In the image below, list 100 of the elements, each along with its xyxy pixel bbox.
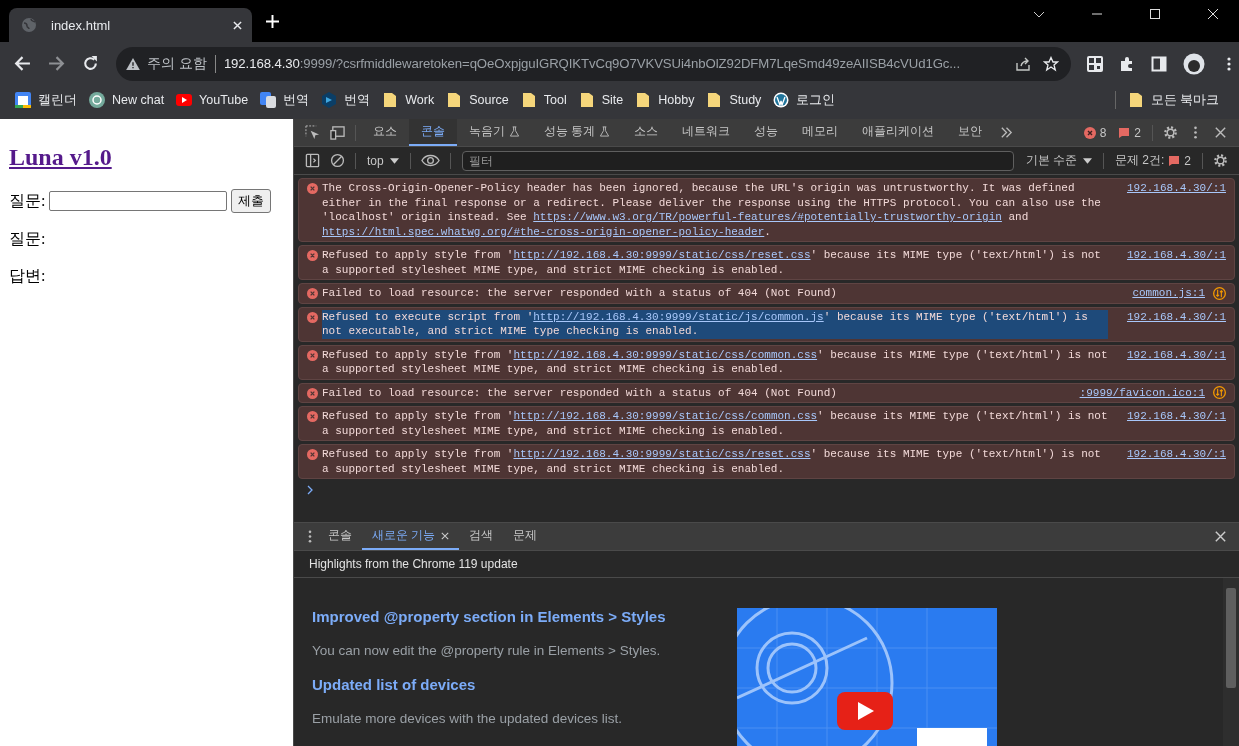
- clear-console-icon[interactable]: [330, 153, 345, 168]
- source-link[interactable]: common.js:1: [1132, 286, 1205, 301]
- scrollbar[interactable]: [1223, 578, 1239, 746]
- bookmark[interactable]: YouTube: [170, 87, 255, 113]
- bookmark[interactable]: Hobby: [629, 87, 701, 113]
- network-icon[interactable]: [1213, 386, 1226, 400]
- bookmark[interactable]: 모든 북마크: [1121, 87, 1225, 113]
- browser-tab[interactable]: index.html: [9, 8, 252, 42]
- issue-flag-icon: [1168, 154, 1181, 167]
- calendar-icon: [15, 92, 31, 108]
- bookmark[interactable]: 캘린더: [9, 87, 83, 113]
- message-text: Refused to apply style from 'http://192.168.4.30:9999/static/css/common.css' because its MIME type ('text/html') is not a supported stylesheet MIME type, and strict MIME checking is enabled.: [322, 409, 1108, 438]
- issue-counter[interactable]: 2: [1118, 125, 1141, 140]
- message-text: Refused to apply style from 'http://192.168.4.30:9999/static/css/reset.css' because its MIME type ('text/html') is not a supported stylesheet MIME type, and strict MIME checking is enabled.: [322, 447, 1102, 476]
- close-icon[interactable]: [1213, 125, 1228, 140]
- bookmark[interactable]: Work: [376, 87, 441, 113]
- avatar-icon[interactable]: [1183, 52, 1205, 75]
- devtools-tab[interactable]: 네트워크: [670, 119, 743, 146]
- issues-link[interactable]: 문제 2건: 2: [1114, 152, 1191, 169]
- page-title-link[interactable]: Luna v1.0: [9, 144, 112, 171]
- source-link[interactable]: 192.168.4.30/:1: [1126, 181, 1226, 196]
- new-tab-icon[interactable]: [266, 15, 279, 28]
- qr-code-icon[interactable]: [1087, 55, 1103, 72]
- issue-flag-icon: [1118, 126, 1131, 139]
- url-link[interactable]: https://www.w3.org/TR/powerful-features/#potentially-trustworthy-origin: [533, 211, 1002, 223]
- more-options-icon[interactable]: [307, 529, 313, 544]
- source-link[interactable]: 192.168.4.30/:1: [1126, 447, 1226, 462]
- security-warning[interactable]: 주의 요함: [147, 54, 207, 73]
- url-link[interactable]: http://192.168.4.30:9999/static/css/common.css: [513, 348, 818, 361]
- share-icon[interactable]: [1015, 55, 1031, 72]
- drawer-tab[interactable]: 문제: [503, 523, 548, 550]
- message-text: Failed to load resource: the server responded with a status of 404 (Not Found): [322, 286, 838, 301]
- star-icon[interactable]: [1043, 55, 1059, 72]
- feature-description: You can now edit the @property rule in Elements > Styles.: [312, 643, 662, 658]
- bookmark[interactable]: 번역: [315, 87, 377, 113]
- bookmark[interactable]: 번역: [254, 87, 316, 113]
- close-icon[interactable]: [1207, 8, 1219, 20]
- devtools-tab[interactable]: 메모리: [790, 119, 851, 146]
- url-link[interactable]: http://192.168.4.30:9999/static/css/reset.css: [513, 249, 811, 261]
- device-toggle-icon[interactable]: [330, 125, 345, 140]
- drawer-tab[interactable]: 검색: [459, 523, 504, 550]
- prompt-icon[interactable]: [306, 485, 314, 495]
- settings-icon[interactable]: [1163, 125, 1178, 140]
- eye-icon[interactable]: [420, 153, 440, 168]
- warning-icon: [126, 57, 140, 70]
- folder-icon: [578, 92, 595, 108]
- source-link[interactable]: 192.168.4.30/:1: [1126, 309, 1226, 324]
- network-icon[interactable]: [1213, 286, 1226, 300]
- side-panel-icon[interactable]: [1151, 55, 1167, 72]
- devtools-tab[interactable]: 애플리케이션: [850, 119, 947, 146]
- reload-icon[interactable]: [82, 55, 99, 72]
- more-tabs-icon[interactable]: [999, 125, 1015, 140]
- sidebar-toggle-icon[interactable]: [305, 153, 320, 168]
- settings-icon[interactable]: [1213, 153, 1228, 168]
- feature-title[interactable]: Updated list of devices: [312, 676, 737, 693]
- error-counter[interactable]: 8: [1083, 125, 1107, 140]
- source-link[interactable]: :9999/favicon.ico:1: [1079, 385, 1205, 400]
- devtools-tab[interactable]: 보안: [946, 119, 995, 146]
- source-link[interactable]: 192.168.4.30/:1: [1126, 409, 1226, 424]
- bookmark[interactable]: 로그인: [767, 87, 842, 113]
- submit-button[interactable]: 제출: [231, 189, 272, 213]
- devtools-tab[interactable]: 소스: [622, 119, 671, 146]
- bookmark[interactable]: Site: [572, 87, 630, 113]
- context-dropdown[interactable]: top: [367, 153, 399, 168]
- tab-title: index.html: [51, 17, 112, 33]
- devtools-tab[interactable]: 콘솔: [409, 119, 457, 146]
- drawer-tab[interactable]: 새로운 기능: [362, 523, 460, 550]
- forward-arrow-icon[interactable]: [48, 55, 65, 72]
- devtools-tab[interactable]: 녹음기: [457, 119, 532, 146]
- question-text: 질문:: [9, 229, 47, 249]
- url-link[interactable]: http://192.168.4.30:9999/static/js/common.js: [533, 310, 824, 323]
- feature-title[interactable]: Improved @property section in Elements > Styles: [312, 608, 737, 625]
- close-icon[interactable]: [233, 20, 242, 30]
- drawer-tab[interactable]: 콘솔: [318, 523, 362, 550]
- puzzle-icon[interactable]: [1119, 55, 1135, 72]
- devtools-tab[interactable]: 요소: [361, 119, 409, 146]
- url-link[interactable]: http://192.168.4.30:9999/static/css/reset.css: [513, 448, 811, 460]
- close-icon[interactable]: [441, 531, 450, 540]
- error-icon: [1083, 126, 1096, 139]
- answer-text: 답변:: [9, 266, 47, 286]
- source-link[interactable]: 192.168.4.30/:1: [1126, 347, 1226, 362]
- bookmark[interactable]: Source: [440, 87, 515, 113]
- bookmark[interactable]: Study: [700, 87, 768, 113]
- close-icon[interactable]: [1213, 529, 1228, 544]
- bookmark[interactable]: Tool: [514, 87, 573, 113]
- question-input[interactable]: [49, 191, 228, 211]
- log-level-dropdown[interactable]: 기본 수준: [1025, 152, 1092, 169]
- url-link[interactable]: http://192.168.4.30:9999/static/css/common.css: [513, 410, 818, 422]
- devtools-tab[interactable]: 성능 통계: [532, 119, 623, 146]
- inspect-icon[interactable]: [305, 125, 320, 140]
- back-arrow-icon[interactable]: [14, 55, 31, 72]
- source-link[interactable]: 192.168.4.30/:1: [1126, 248, 1226, 263]
- filter-field[interactable]: 필터: [461, 150, 1014, 171]
- address-bar[interactable]: 주의 요함 192.168.4.30:9999/?csrfmiddlewaretoken=qOeOxpjguIGRQIKTvCq9O7VKVSUi4nbOlZ92DFM7LqeSmd49zeAIISB4cVUd1Gc...: [116, 46, 1071, 81]
- flask-icon: [509, 126, 520, 137]
- url-link[interactable]: https://html.spec.whatwg.org/#the-cross-origin-opener-policy-header: [322, 225, 765, 238]
- maximize-icon[interactable]: [1149, 8, 1161, 20]
- error-icon: [307, 349, 318, 361]
- devtools-tab[interactable]: 성능: [742, 119, 791, 146]
- bookmark[interactable]: New chat: [83, 87, 171, 113]
